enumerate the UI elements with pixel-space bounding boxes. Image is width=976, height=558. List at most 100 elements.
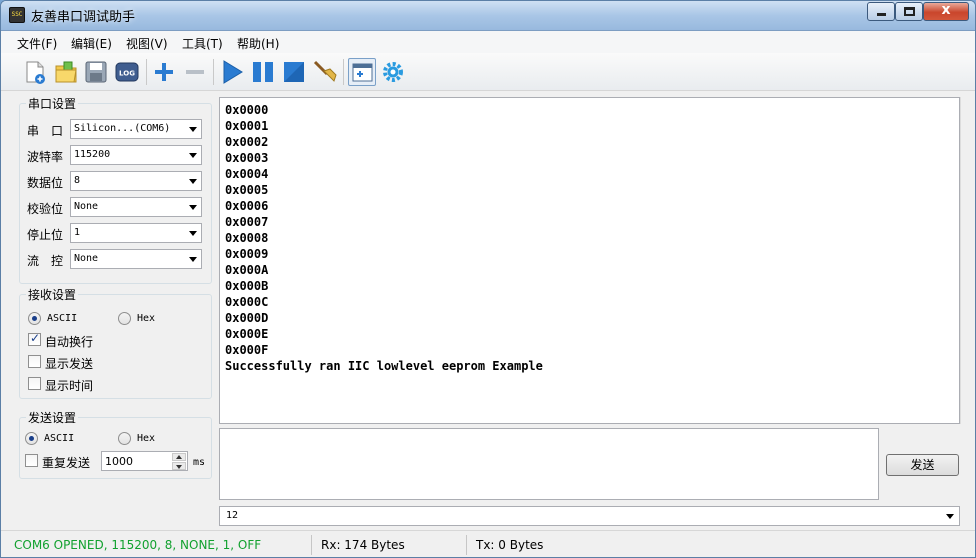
close-button[interactable]: x [923, 2, 969, 21]
port-select[interactable]: Silicon...(COM6) [70, 119, 202, 139]
receive-line: 0x0002 [225, 135, 269, 149]
maximize-icon [904, 7, 915, 16]
save-button[interactable] [82, 58, 110, 86]
settings-gear-icon [383, 62, 403, 82]
show-send-checkbox[interactable] [28, 355, 41, 368]
receive-line: 0x0005 [225, 183, 269, 197]
send-button[interactable]: 发送 [886, 454, 959, 476]
menu-edit[interactable]: 编辑(E) [71, 35, 112, 52]
parity-select[interactable]: None [70, 197, 202, 217]
send-ascii-label: ASCII [44, 433, 75, 444]
dock-window-button[interactable] [348, 58, 376, 86]
remove-icon [186, 70, 204, 74]
repeat-send-label: 重复发送 [42, 456, 91, 470]
add-button[interactable] [150, 58, 178, 86]
stop-icon [284, 62, 304, 82]
window-title: 友善串口调试助手 [31, 10, 136, 25]
receive-textarea[interactable]: 0x0000 0x0001 0x0002 0x0003 0x0004 0x0005 0x00… [219, 97, 960, 424]
log-label: LOG [119, 70, 135, 78]
parity-value: None [74, 201, 99, 212]
settings-button[interactable] [379, 58, 407, 86]
receive-line: 0x000C [225, 295, 269, 309]
tx-count: Tx: 0 Bytes [476, 538, 544, 552]
receive-scrollbar[interactable] [960, 97, 975, 424]
open-file-button[interactable] [52, 58, 80, 86]
baud-label: 波特率 [27, 150, 64, 164]
menu-help[interactable]: 帮助(H) [237, 35, 279, 52]
save-icon [85, 61, 107, 83]
receive-hex-radio[interactable] [118, 312, 131, 325]
toolbar: LOG [1, 53, 975, 91]
send-hex-label: Hex [137, 433, 156, 444]
chevron-down-icon [189, 179, 197, 184]
receive-ascii-label: ASCII [47, 313, 78, 324]
receive-line: 0x0003 [225, 151, 269, 165]
repeat-interval-unit: ms [193, 457, 206, 468]
spin-up-icon[interactable] [172, 453, 186, 461]
start-button[interactable] [218, 58, 246, 86]
toolbar-separator [343, 59, 344, 85]
receive-line: 0x0001 [225, 119, 269, 133]
menu-file[interactable]: 文件(F) [17, 35, 57, 52]
databits-value: 8 [74, 175, 81, 186]
clear-button[interactable] [311, 58, 339, 86]
show-time-checkbox[interactable] [28, 377, 41, 390]
send-textarea[interactable] [219, 428, 879, 500]
send-history-select[interactable]: 12 [219, 506, 960, 526]
status-bar: COM6 OPENED, 115200, 8, NONE, 1, OFF Rx:… [1, 530, 975, 557]
port-status: COM6 OPENED, 115200, 8, NONE, 1, OFF [14, 538, 262, 552]
receive-line: 0x0008 [225, 231, 269, 245]
port-label: 串 口 [27, 124, 64, 138]
status-separator [311, 535, 312, 555]
repeat-interval-value: 1000 [105, 455, 133, 468]
menu-bar: 文件(F) 编辑(E) 视图(V) 工具(T) 帮助(H) [1, 31, 975, 53]
databits-select[interactable]: 8 [70, 171, 202, 191]
port-value: Silicon...(COM6) [74, 123, 171, 134]
spin-down-icon[interactable] [172, 462, 186, 470]
send-history-value: 12 [226, 510, 239, 521]
new-file-button[interactable] [21, 58, 49, 86]
open-folder-icon [55, 61, 77, 83]
flowcontrol-value: None [74, 253, 99, 264]
receive-line: 0x0004 [225, 167, 269, 181]
stopbits-select[interactable]: 1 [70, 223, 202, 243]
pause-icon [253, 62, 273, 82]
remove-button[interactable] [181, 58, 209, 86]
maximize-button[interactable] [895, 2, 923, 21]
auto-newline-checkbox[interactable] [28, 331, 41, 346]
receive-line: Successfully ran IIC lowlevel eeprom Exa… [225, 359, 543, 373]
receive-ascii-radio[interactable] [28, 312, 41, 325]
stop-button[interactable] [280, 58, 308, 86]
flowcontrol-label: 流 控 [27, 254, 64, 268]
play-icon [223, 60, 243, 84]
minimize-icon [877, 13, 886, 16]
chevron-down-icon [189, 127, 197, 132]
show-send-label: 显示发送 [45, 357, 94, 371]
receive-line: 0x0009 [225, 247, 269, 261]
repeat-send-checkbox[interactable] [25, 454, 38, 467]
log-icon: LOG [115, 62, 139, 82]
log-button[interactable]: LOG [113, 58, 141, 86]
toolbar-separator [213, 59, 214, 85]
receive-line: 0x000E [225, 327, 269, 341]
baud-select[interactable]: 115200 [70, 145, 202, 165]
minimize-button[interactable] [867, 2, 895, 21]
receive-line: 0x000B [225, 279, 269, 293]
receive-line: 0x000D [225, 311, 269, 325]
flowcontrol-select[interactable]: None [70, 249, 202, 269]
send-settings-title: 发送设置 [26, 409, 79, 426]
chevron-down-icon [946, 514, 954, 519]
databits-label: 数据位 [27, 176, 64, 190]
send-hex-radio[interactable] [118, 432, 131, 445]
broom-icon [313, 60, 337, 82]
receive-line: 0x000A [225, 263, 269, 277]
title-bar[interactable]: SSC 友善串口调试助手 x [1, 1, 975, 31]
repeat-interval-spinbox[interactable]: 1000 [101, 451, 188, 471]
pause-button[interactable] [249, 58, 277, 86]
receive-line: 0x0007 [225, 215, 269, 229]
status-separator [466, 535, 467, 555]
send-ascii-radio[interactable] [25, 432, 38, 445]
serial-settings-title: 串口设置 [26, 95, 79, 112]
menu-tools[interactable]: 工具(T) [182, 35, 223, 52]
menu-view[interactable]: 视图(V) [126, 35, 168, 52]
